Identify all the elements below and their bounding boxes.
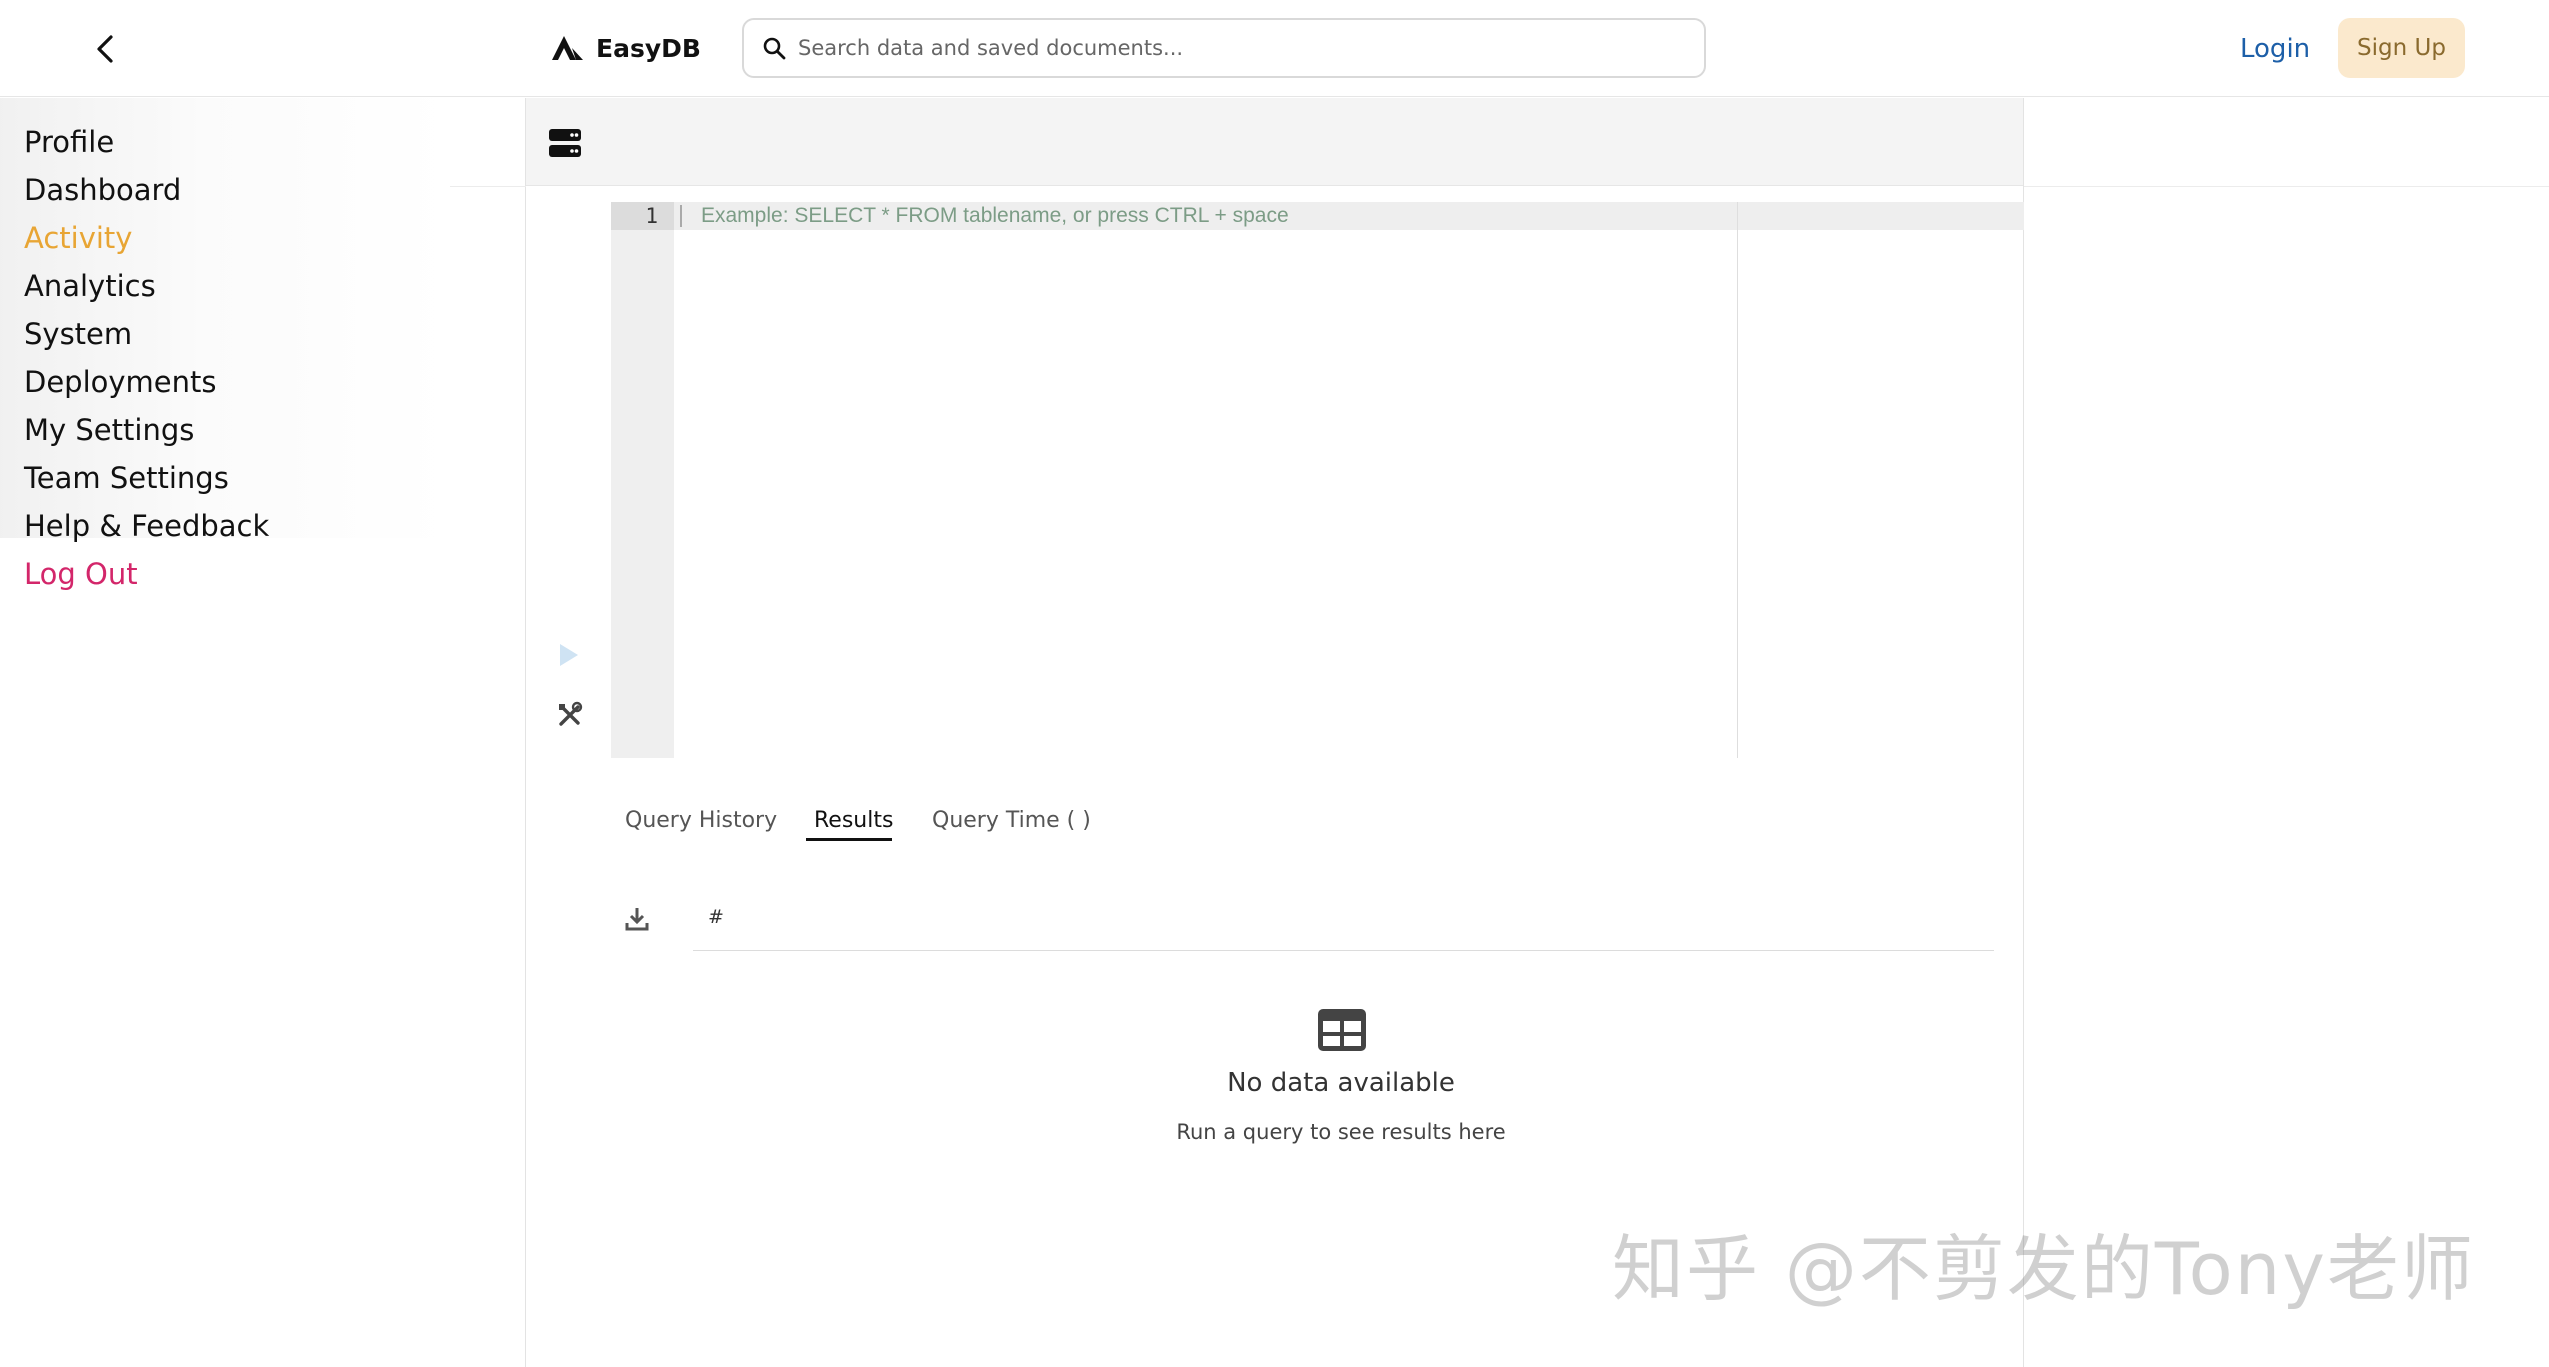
sidebar-item-dashboard[interactable]: Dashboard [24, 166, 181, 214]
table-icon [1318, 1009, 1366, 1051]
sidebar-item-activity[interactable]: Activity [24, 214, 132, 262]
text-cursor [680, 205, 682, 227]
results-header-divider [693, 950, 1994, 951]
download-icon [625, 908, 649, 931]
top-header: EasyDB Login Sign Up [0, 0, 2549, 97]
sql-editor[interactable]: 1 Example: SELECT * FROM tablename, or p… [611, 202, 2024, 758]
sidebar-item-analytics[interactable]: Analytics [24, 262, 156, 310]
search-input[interactable] [798, 20, 1704, 76]
tab-results[interactable]: Results [814, 800, 893, 840]
column-header-index: # [708, 906, 724, 928]
editor-placeholder: Example: SELECT * FROM tablename, or pre… [701, 204, 1289, 227]
line-gutter [611, 202, 674, 758]
chevron-left-icon [97, 35, 113, 63]
sidebar-item-profile[interactable]: Profile [24, 118, 114, 166]
divider [450, 186, 526, 187]
logo-icon [552, 36, 583, 60]
tab-query-time[interactable]: Query Time ( ) [932, 800, 1091, 840]
download-button[interactable] [624, 905, 650, 933]
play-icon [560, 644, 578, 666]
empty-state-subtitle: Run a query to see results here [1176, 1120, 1506, 1144]
sidebar-item-system[interactable]: System [24, 310, 132, 358]
divider [2024, 186, 2549, 187]
sidebar-item-deployments[interactable]: Deployments [24, 358, 217, 406]
back-button[interactable] [84, 28, 126, 70]
active-tab-indicator [806, 838, 892, 841]
watermark: 知乎 @不剪发的Tony老师 [1612, 1227, 2475, 1311]
database-button[interactable] [548, 127, 582, 159]
search-icon [763, 37, 786, 60]
sidebar: Profile Dashboard Activity Analytics Sys… [0, 98, 525, 1367]
run-query-button[interactable] [556, 640, 582, 670]
sidebar-item-my-settings[interactable]: My Settings [24, 406, 194, 454]
brand-name: EasyDB [596, 33, 701, 63]
sidebar-divider [525, 98, 526, 1367]
tab-query-history[interactable]: Query History [625, 800, 777, 840]
search-bar[interactable] [742, 18, 1706, 78]
sidebar-item-help-feedback[interactable]: Help & Feedback [24, 502, 269, 550]
tools-icon [559, 701, 583, 726]
sidebar-item-log-out[interactable]: Log Out [24, 550, 138, 598]
tools-button[interactable] [556, 701, 584, 729]
login-link[interactable]: Login [2240, 28, 2310, 70]
database-icon [549, 129, 581, 157]
print-margin [1737, 202, 1738, 758]
signup-button[interactable]: Sign Up [2338, 18, 2465, 78]
empty-state-title: No data available [1227, 1068, 1455, 1098]
brand[interactable]: EasyDB [552, 30, 701, 66]
editor-toolbar [526, 98, 2024, 186]
line-number: 1 [611, 202, 674, 230]
sidebar-item-team-settings[interactable]: Team Settings [24, 454, 229, 502]
